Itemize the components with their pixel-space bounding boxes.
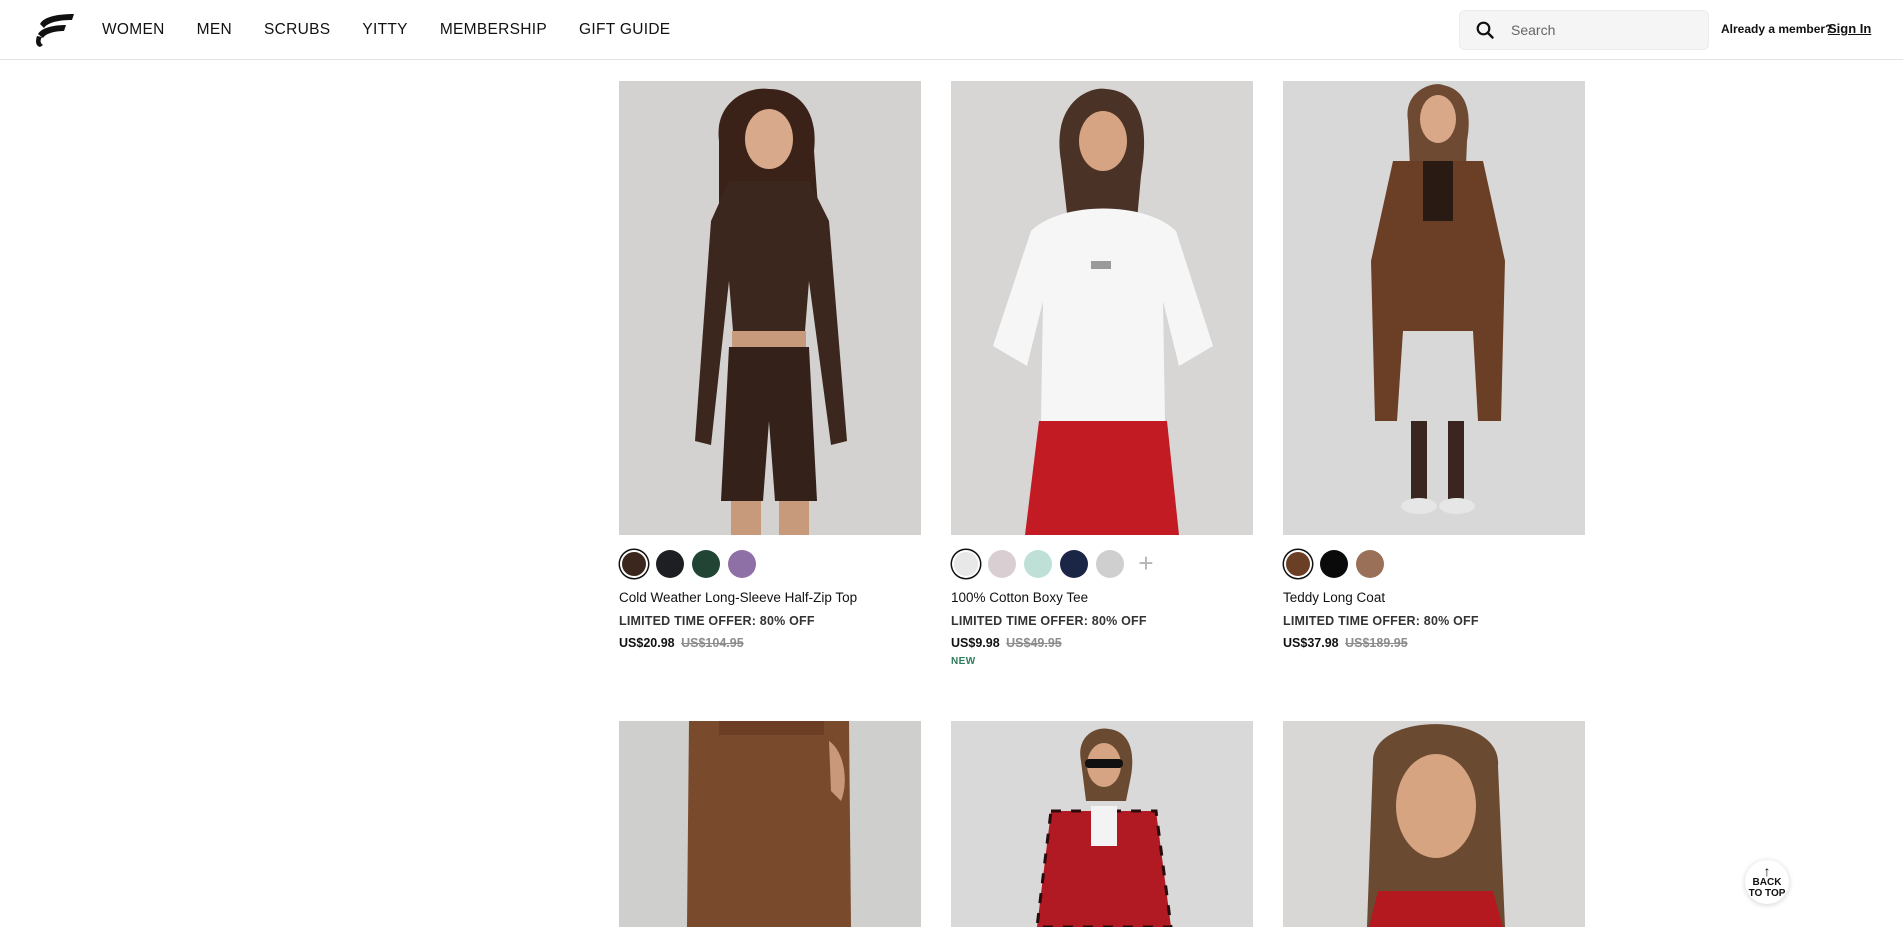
- swatch-brown[interactable]: [622, 552, 646, 576]
- swatch-navy-print[interactable]: [1060, 550, 1088, 578]
- product-image[interactable]: [1283, 81, 1585, 535]
- product-card[interactable]: [951, 721, 1253, 927]
- sign-in-link[interactable]: Sign In: [1828, 21, 1871, 36]
- nav-men[interactable]: MEN: [197, 21, 232, 39]
- swatch-purple[interactable]: [728, 550, 756, 578]
- current-price: US$37.98: [1283, 636, 1339, 650]
- original-price: US$104.95: [681, 636, 744, 650]
- search-icon[interactable]: [1475, 20, 1495, 40]
- nav-scrubs[interactable]: SCRUBS: [264, 21, 330, 39]
- new-badge: NEW: [951, 656, 976, 667]
- swatch-tan[interactable]: [1356, 550, 1384, 578]
- member-prompt: Already a member?: [1721, 22, 1833, 36]
- product-image[interactable]: [619, 721, 921, 927]
- color-swatches: +: [951, 548, 1253, 580]
- site-header: WOMEN MEN SCRUBS YITTY MEMBERSHIP GIFT G…: [0, 0, 1903, 60]
- nav-yitty[interactable]: YITTY: [362, 21, 407, 39]
- product-image[interactable]: [951, 721, 1253, 927]
- product-name[interactable]: Teddy Long Coat: [1283, 590, 1585, 605]
- product-name[interactable]: Cold Weather Long-Sleeve Half-Zip Top: [619, 590, 921, 605]
- product-card[interactable]: [619, 721, 921, 927]
- nav-gift-guide[interactable]: GIFT GUIDE: [579, 21, 670, 39]
- main-nav: WOMEN MEN SCRUBS YITTY MEMBERSHIP GIFT G…: [102, 0, 702, 60]
- search-input[interactable]: [1511, 22, 1681, 38]
- swatch-print[interactable]: [988, 550, 1016, 578]
- back-to-top-button[interactable]: ↑ BACK TO TOP: [1745, 860, 1789, 904]
- swatch-green[interactable]: [692, 550, 720, 578]
- product-image[interactable]: [619, 81, 921, 535]
- product-offer: LIMITED TIME OFFER: 80% OFF: [951, 614, 1147, 628]
- current-price: US$20.98: [619, 636, 675, 650]
- nav-membership[interactable]: MEMBERSHIP: [440, 21, 547, 39]
- product-card[interactable]: [1283, 721, 1585, 927]
- product-offer: LIMITED TIME OFFER: 80% OFF: [1283, 614, 1479, 628]
- search-box[interactable]: [1459, 10, 1709, 50]
- original-price: US$189.95: [1345, 636, 1408, 650]
- swatch-grey-print[interactable]: [1096, 550, 1124, 578]
- product-price: US$37.98 US$189.95: [1283, 636, 1585, 650]
- product-price: US$20.98 US$104.95: [619, 636, 921, 650]
- product-image[interactable]: [951, 81, 1253, 535]
- current-price: US$9.98: [951, 636, 1000, 650]
- product-card[interactable]: Cold Weather Long-Sleeve Half-Zip Top LI…: [619, 81, 921, 650]
- product-card[interactable]: Teddy Long Coat LIMITED TIME OFFER: 80% …: [1283, 81, 1585, 650]
- swatch-brown[interactable]: [1286, 552, 1310, 576]
- swatch-mint-print[interactable]: [1024, 550, 1052, 578]
- swatch-white[interactable]: [954, 552, 978, 576]
- product-card[interactable]: + 100% Cotton Boxy Tee LIMITED TIME OFFE…: [951, 81, 1253, 667]
- product-price: US$9.98 US$49.95: [951, 636, 1253, 650]
- swatch-black[interactable]: [656, 550, 684, 578]
- color-swatches: [619, 548, 921, 580]
- fabletics-logo[interactable]: [34, 12, 76, 48]
- original-price: US$49.95: [1006, 636, 1062, 650]
- nav-women[interactable]: WOMEN: [102, 21, 165, 39]
- product-image[interactable]: [1283, 721, 1585, 927]
- back-to-top-label: BACK TO TOP: [1748, 877, 1786, 899]
- arrow-up-icon: ↑: [1763, 863, 1771, 879]
- plus-icon[interactable]: +: [1132, 550, 1160, 578]
- product-name[interactable]: 100% Cotton Boxy Tee: [951, 590, 1253, 605]
- product-offer: LIMITED TIME OFFER: 80% OFF: [619, 614, 815, 628]
- color-swatches: [1283, 548, 1585, 580]
- swatch-black[interactable]: [1320, 550, 1348, 578]
